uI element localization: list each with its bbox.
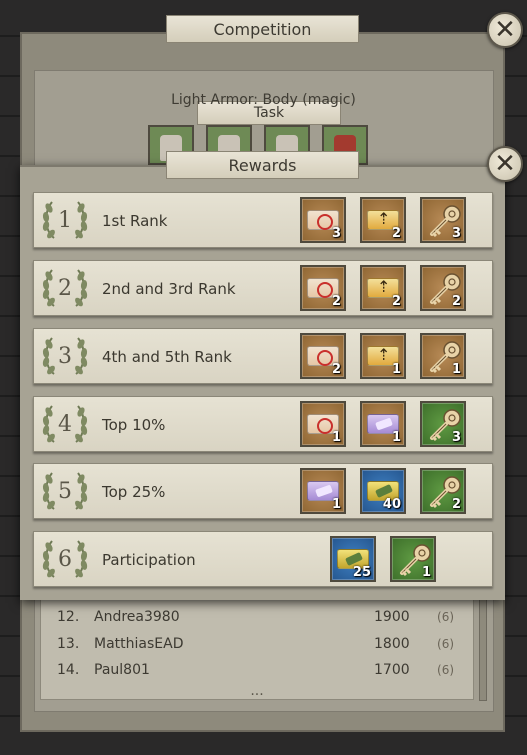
rank-number: 4 xyxy=(58,411,72,437)
close-rewards-button[interactable]: ✕ xyxy=(487,146,523,182)
leaderboard-row[interactable]: 14. Paul801 1700 (6) xyxy=(41,657,473,683)
rank-number: 6 xyxy=(58,546,72,572)
reward-quantity: 2 xyxy=(391,294,401,309)
reward-item[interactable]: 2 xyxy=(420,468,466,514)
reward-item[interactable]: 2 xyxy=(360,197,406,243)
reward-item[interactable]: 40 xyxy=(360,468,406,514)
reward-item[interactable]: 2 xyxy=(300,265,346,311)
reward-quantity: 2 xyxy=(391,226,401,241)
reward-item[interactable]: 25 xyxy=(330,536,376,582)
reward-item[interactable]: 1 xyxy=(300,401,346,447)
leaderboard-name: Andrea3980 xyxy=(94,609,180,625)
reward-item[interactable]: 1 xyxy=(360,333,406,379)
reward-quantity: 3 xyxy=(331,226,341,241)
reward-quantity: 1 xyxy=(331,430,341,445)
leaderboard-badge: 6 xyxy=(441,610,450,624)
close-icon: ✕ xyxy=(494,15,516,45)
laurel-badge-icon: (6) xyxy=(437,663,455,677)
reward-item[interactable]: 1 xyxy=(360,401,406,447)
reward-row: 3 4th and 5th Rank 2 1 1 xyxy=(33,328,493,384)
leaderboard-list: 12. Andrea3980 1900 (6) 13. MatthiasEAD … xyxy=(40,596,487,701)
close-icon: ✕ xyxy=(494,149,516,179)
leaderboard-name: MatthiasEAD xyxy=(94,636,184,652)
leaderboard-points: 1800 xyxy=(374,636,410,652)
reward-row: 6 Participation 25 1 xyxy=(33,531,493,587)
rank-label: Top 10% xyxy=(102,416,166,434)
reward-item[interactable]: 3 xyxy=(420,401,466,447)
rank-number: 3 xyxy=(58,343,72,369)
reward-item[interactable]: 1 xyxy=(420,333,466,379)
leaderboard-points: 1900 xyxy=(374,609,410,625)
reward-quantity: 3 xyxy=(451,430,461,445)
reward-quantity: 1 xyxy=(331,497,341,512)
leaderboard-points: 1700 xyxy=(374,662,410,678)
reward-quantity: 1 xyxy=(391,362,401,377)
rank-label: 1st Rank xyxy=(102,212,168,230)
reward-quantity: 40 xyxy=(382,497,401,512)
rank-number: 1 xyxy=(58,207,72,233)
rank-label: Top 25% xyxy=(102,483,166,501)
leaderboard-rank: 13. xyxy=(57,636,80,652)
reward-row: 5 Top 25% 1 40 2 xyxy=(33,463,493,519)
reward-row: 1 1st Rank 3 2 3 xyxy=(33,192,493,248)
task-description: Light Armor: Body (magic) xyxy=(171,92,356,108)
reward-item[interactable]: 1 xyxy=(300,468,346,514)
reward-quantity: 2 xyxy=(451,294,461,309)
rewards-title: Rewards xyxy=(166,151,359,179)
reward-quantity: 1 xyxy=(391,430,401,445)
reward-quantity: 2 xyxy=(331,362,341,377)
reward-item[interactable]: 3 xyxy=(300,197,346,243)
leaderboard-badge: 6 xyxy=(441,663,450,677)
leaderboard-badge: 6 xyxy=(441,637,450,651)
reward-item[interactable]: 2 xyxy=(420,265,466,311)
leaderboard-rank: 12. xyxy=(57,609,80,625)
rank-number: 2 xyxy=(58,275,72,301)
leaderboard-more: ... xyxy=(250,683,264,699)
reward-row: 4 Top 10% 1 1 3 xyxy=(33,396,493,452)
rank-number: 5 xyxy=(58,478,72,504)
reward-item[interactable]: 1 xyxy=(390,536,436,582)
reward-quantity: 2 xyxy=(451,497,461,512)
leaderboard-name: Paul801 xyxy=(94,662,150,678)
reward-quantity: 2 xyxy=(331,294,341,309)
reward-quantity: 25 xyxy=(352,565,371,580)
leaderboard-rank: 14. xyxy=(57,662,80,678)
rank-label: 2nd and 3rd Rank xyxy=(102,280,236,298)
close-competition-button[interactable]: ✕ xyxy=(487,12,523,48)
reward-quantity: 3 xyxy=(451,226,461,241)
laurel-badge-icon: (6) xyxy=(437,610,455,624)
reward-item[interactable]: 2 xyxy=(360,265,406,311)
reward-row: 2 2nd and 3rd Rank 2 2 2 xyxy=(33,260,493,316)
leaderboard-row[interactable]: 13. MatthiasEAD 1800 (6) xyxy=(41,631,473,657)
laurel-badge-icon: (6) xyxy=(437,637,455,651)
leaderboard-scrollbar[interactable] xyxy=(479,597,487,701)
competition-title: Competition xyxy=(166,15,359,43)
reward-quantity: 1 xyxy=(451,362,461,377)
reward-quantity: 1 xyxy=(421,565,431,580)
reward-item[interactable]: 2 xyxy=(300,333,346,379)
rewards-panel: 1 1st Rank 3 2 3 2 2nd and 3rd Rank 2 2 2 3 4th and… xyxy=(20,165,505,600)
leaderboard-row[interactable]: 12. Andrea3980 1900 (6) xyxy=(41,604,473,630)
rank-label: 4th and 5th Rank xyxy=(102,348,232,366)
reward-item[interactable]: 3 xyxy=(420,197,466,243)
rank-label: Participation xyxy=(102,551,196,569)
